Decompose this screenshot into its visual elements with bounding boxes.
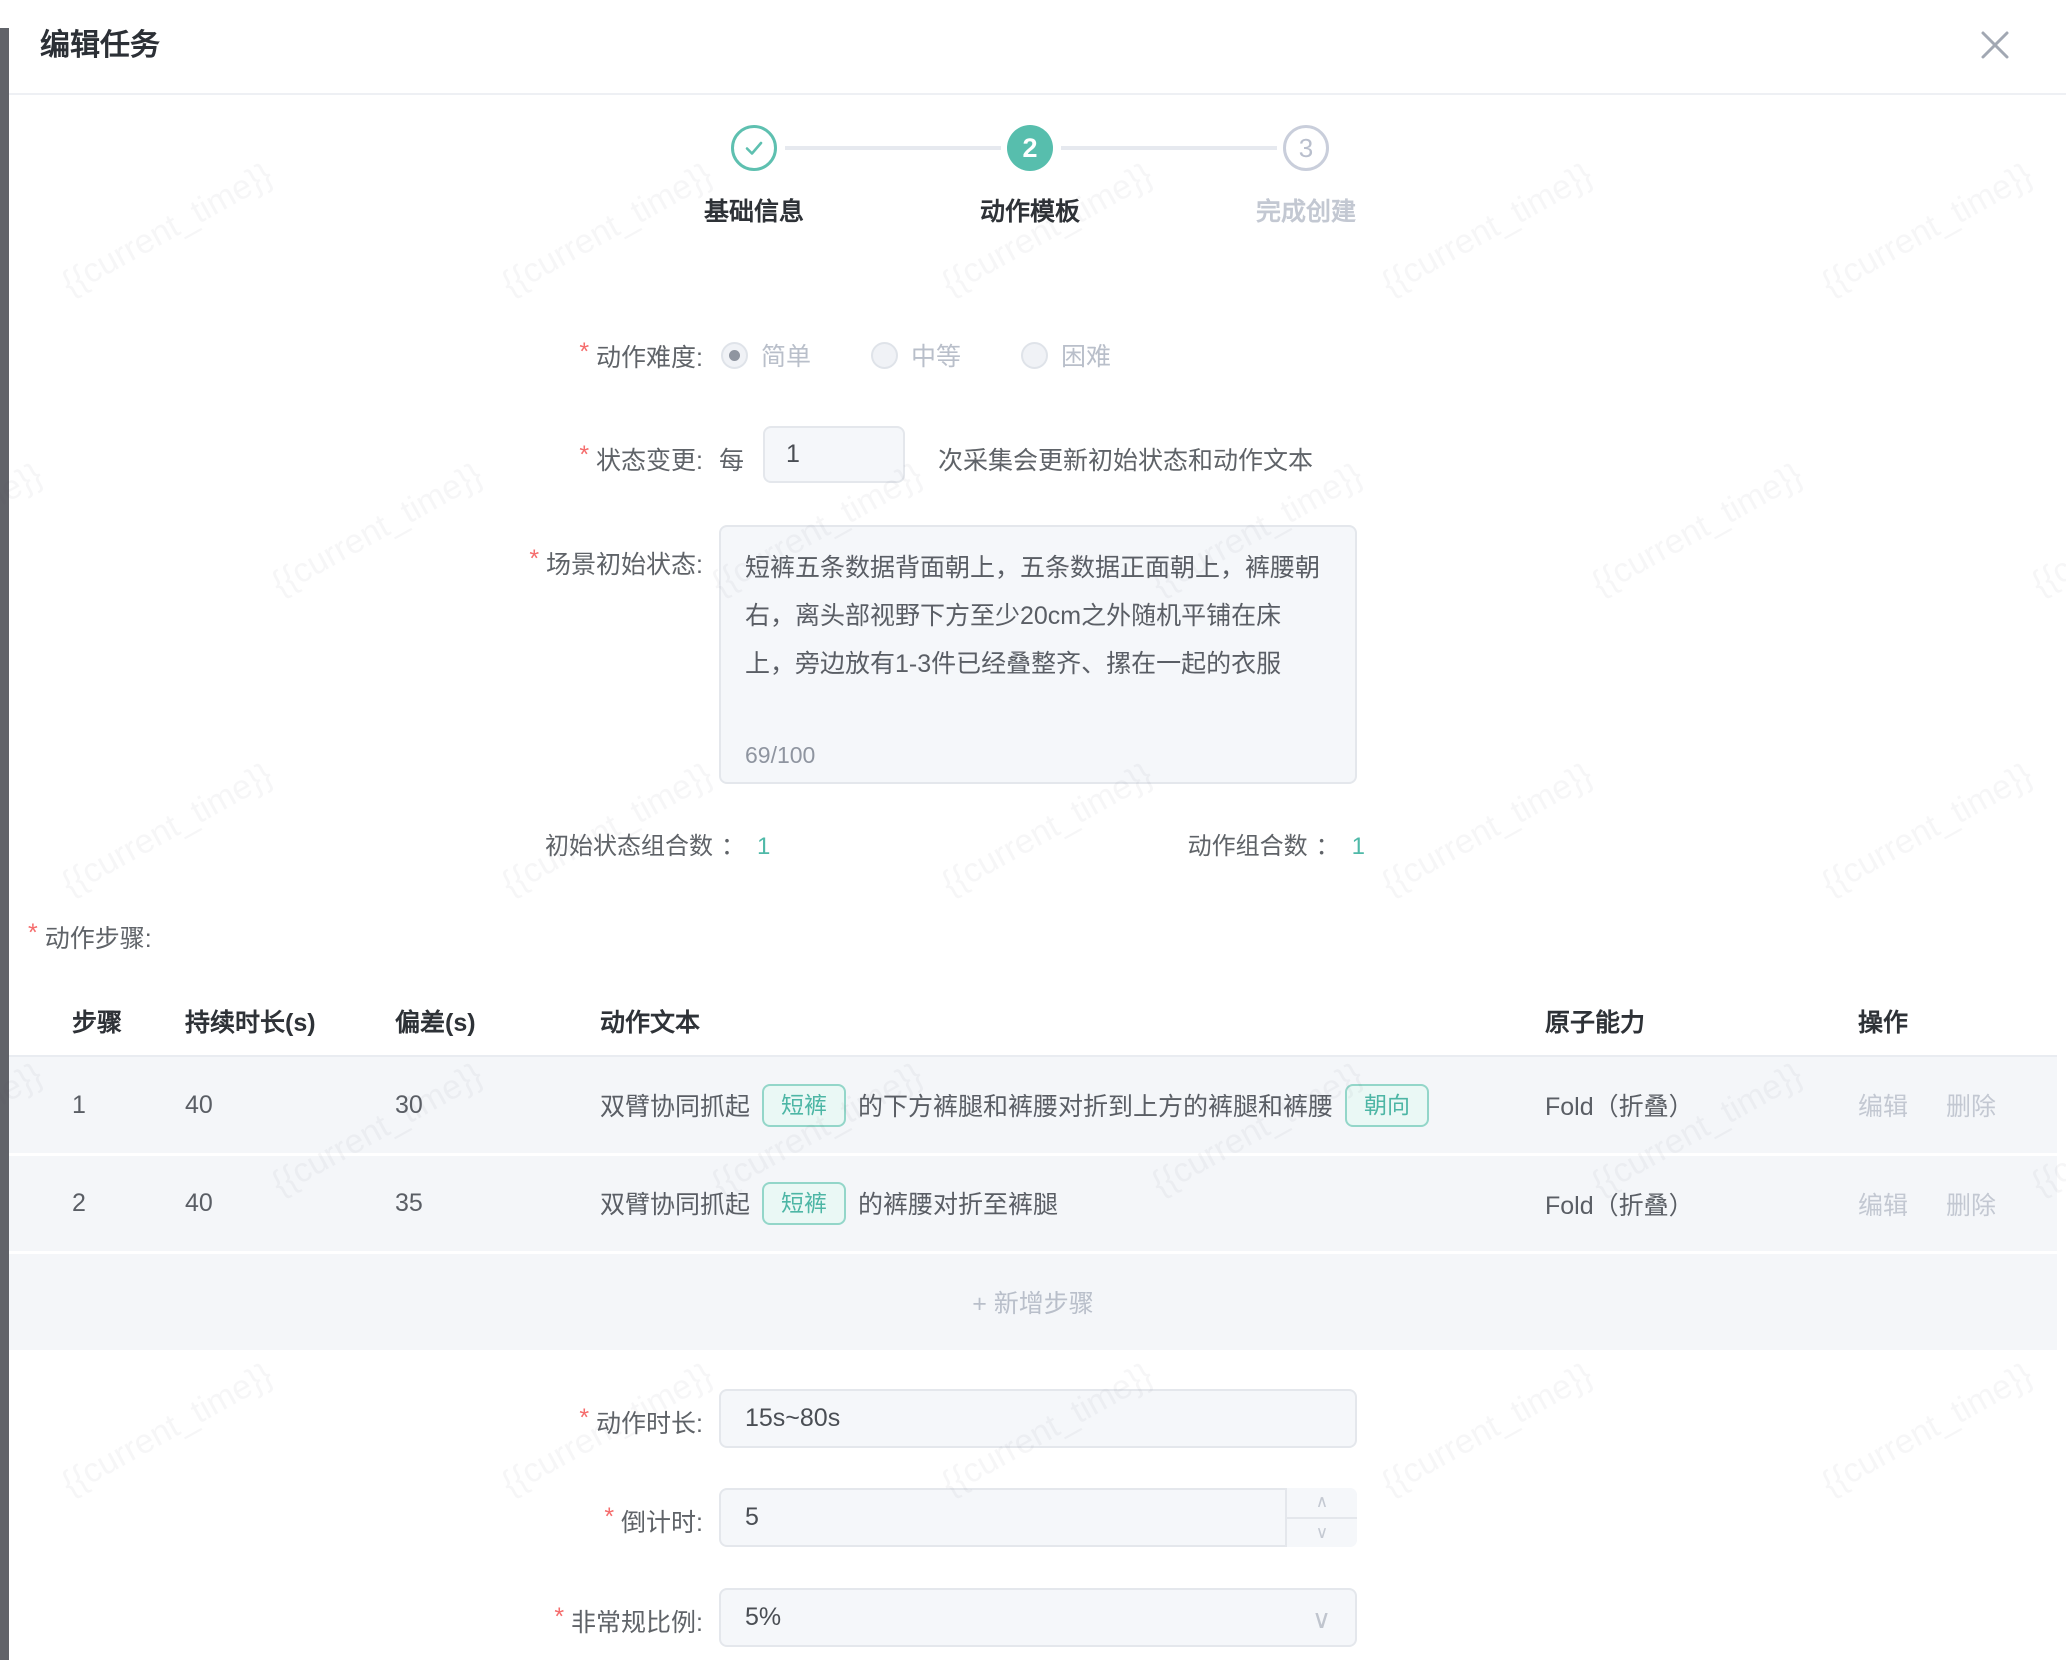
cell-action-text: 双臂协同抓起短裤的下方裤腿和裤腰对折到上方的裤腿和裤腰朝向 <box>600 1084 1545 1127</box>
difficulty-label: * 动作难度: <box>579 338 703 374</box>
action-combo-value: 1 <box>1352 833 1365 860</box>
chevron-down-icon: ∨ <box>1312 1604 1331 1635</box>
state-change-suffix: 次采集会更新初始状态和动作文本 <box>938 441 1313 477</box>
char-counter: 69/100 <box>745 742 815 769</box>
cell-ops: 编辑 删除 <box>1858 1186 2057 1222</box>
col-header-ability: 原子能力 <box>1545 1003 1858 1039</box>
step-connector-2 <box>1061 146 1277 150</box>
table-row: 2 40 35 双臂协同抓起短裤的裤腰对折至裤腿 Fold（折叠） 编辑 删除 <box>9 1156 2057 1251</box>
step-3-label: 完成创建 <box>1186 192 1426 228</box>
edit-link[interactable]: 编辑 <box>1858 1093 1908 1121</box>
add-step-button[interactable]: + 新增步骤 <box>9 1254 2057 1350</box>
radio-option-medium[interactable]: 中等 <box>871 337 961 373</box>
countdown-input[interactable]: 5 ∧ ∨ <box>719 1488 1357 1547</box>
action-steps-label: * 动作步骤: <box>28 919 152 955</box>
difficulty-radio-group: 简单 中等 困难 <box>721 337 1111 373</box>
state-change-prefix: 每 <box>719 441 744 477</box>
radio-option-easy[interactable]: 简单 <box>721 337 811 373</box>
unusual-ratio-label: * 非常规比例: <box>554 1603 703 1639</box>
close-icon <box>1978 28 2012 62</box>
initial-state-label: * 场景初始状态: <box>529 545 703 581</box>
step-2-circle[interactable]: 2 <box>1007 125 1053 171</box>
required-mark: * <box>579 338 589 367</box>
step-1-label: 基础信息 <box>634 192 874 228</box>
action-duration-input[interactable]: 15s~80s <box>719 1389 1357 1448</box>
initial-state-value: 短裤五条数据背面朝上，五条数据正面朝上，裤腰朝右，离头部视野下方至少20cm之外… <box>721 527 1355 688</box>
cell-ability: Fold（折叠） <box>1545 1087 1858 1123</box>
initial-state-textarea[interactable]: 短裤五条数据背面朝上，五条数据正面朝上，裤腰朝右，离头部视野下方至少20cm之外… <box>719 525 1357 784</box>
object-tag: 短裤 <box>762 1182 846 1225</box>
edit-task-dialog: 编辑任务 2 3 基础信息 动作模板 完成创建 * 动作难度: 简单 中等 困 <box>0 0 2066 1660</box>
spinner-down-button[interactable]: ∨ <box>1287 1519 1357 1548</box>
col-header-step: 步骤 <box>72 1003 185 1039</box>
step-connector-1 <box>785 146 1001 150</box>
col-header-ops: 操作 <box>1858 1003 2057 1039</box>
header-divider <box>9 93 2066 95</box>
chevron-up-icon: ∧ <box>1316 1492 1328 1512</box>
step-3-circle[interactable]: 3 <box>1283 125 1329 171</box>
required-mark: * <box>554 1603 564 1632</box>
close-button[interactable] <box>1972 22 2018 68</box>
cell-ability: Fold（折叠） <box>1545 1186 1858 1222</box>
delete-link[interactable]: 删除 <box>1946 1093 1996 1121</box>
cell-deviation: 30 <box>395 1091 600 1120</box>
required-mark: * <box>579 1404 589 1433</box>
cell-ops: 编辑 删除 <box>1858 1087 2057 1123</box>
edit-link[interactable]: 编辑 <box>1858 1192 1908 1220</box>
cell-duration: 40 <box>185 1091 395 1120</box>
cell-duration: 40 <box>185 1189 395 1218</box>
radio-icon-selected[interactable] <box>721 342 748 369</box>
col-header-duration: 持续时长(s) <box>185 1003 395 1039</box>
step-2-label: 动作模板 <box>910 192 1150 228</box>
state-change-label: * 状态变更: <box>579 441 703 477</box>
col-header-text: 动作文本 <box>600 1003 1545 1039</box>
overlay-edge <box>0 28 9 1660</box>
table-header: 步骤 持续时长(s) 偏差(s) 动作文本 原子能力 操作 <box>9 986 2057 1055</box>
initial-combo-value: 1 <box>757 833 770 860</box>
action-combo-count: 动作组合数：1 <box>1188 826 1365 861</box>
dialog-title: 编辑任务 <box>40 20 160 64</box>
col-header-deviation: 偏差(s) <box>395 1003 600 1039</box>
required-mark: * <box>579 441 589 470</box>
initial-combo-count: 初始状态组合数：1 <box>545 826 770 861</box>
check-icon <box>742 136 766 160</box>
table-row: 1 40 30 双臂协同抓起短裤的下方裤腿和裤腰对折到上方的裤腿和裤腰朝向 Fo… <box>9 1057 2057 1153</box>
required-mark: * <box>529 545 539 574</box>
cell-deviation: 35 <box>395 1189 600 1218</box>
action-duration-label: * 动作时长: <box>579 1404 703 1440</box>
required-mark: * <box>28 919 38 955</box>
radio-icon[interactable] <box>1021 342 1048 369</box>
countdown-label: * 倒计时: <box>604 1503 703 1539</box>
chevron-down-icon: ∨ <box>1316 1523 1328 1543</box>
number-spinner: ∧ ∨ <box>1285 1488 1357 1547</box>
spinner-up-button[interactable]: ∧ <box>1287 1488 1357 1519</box>
object-tag: 短裤 <box>762 1084 846 1127</box>
cell-action-text: 双臂协同抓起短裤的裤腰对折至裤腿 <box>600 1182 1545 1225</box>
unusual-ratio-select[interactable]: 5% ∨ <box>719 1588 1357 1647</box>
radio-icon[interactable] <box>871 342 898 369</box>
cell-step: 1 <box>72 1091 185 1120</box>
state-change-input[interactable]: 1 <box>763 426 905 483</box>
required-mark: * <box>604 1503 614 1532</box>
delete-link[interactable]: 删除 <box>1946 1192 1996 1220</box>
radio-option-hard[interactable]: 困难 <box>1021 337 1111 373</box>
orientation-tag: 朝向 <box>1345 1084 1429 1127</box>
step-1-circle[interactable] <box>731 125 777 171</box>
cell-step: 2 <box>72 1189 185 1218</box>
